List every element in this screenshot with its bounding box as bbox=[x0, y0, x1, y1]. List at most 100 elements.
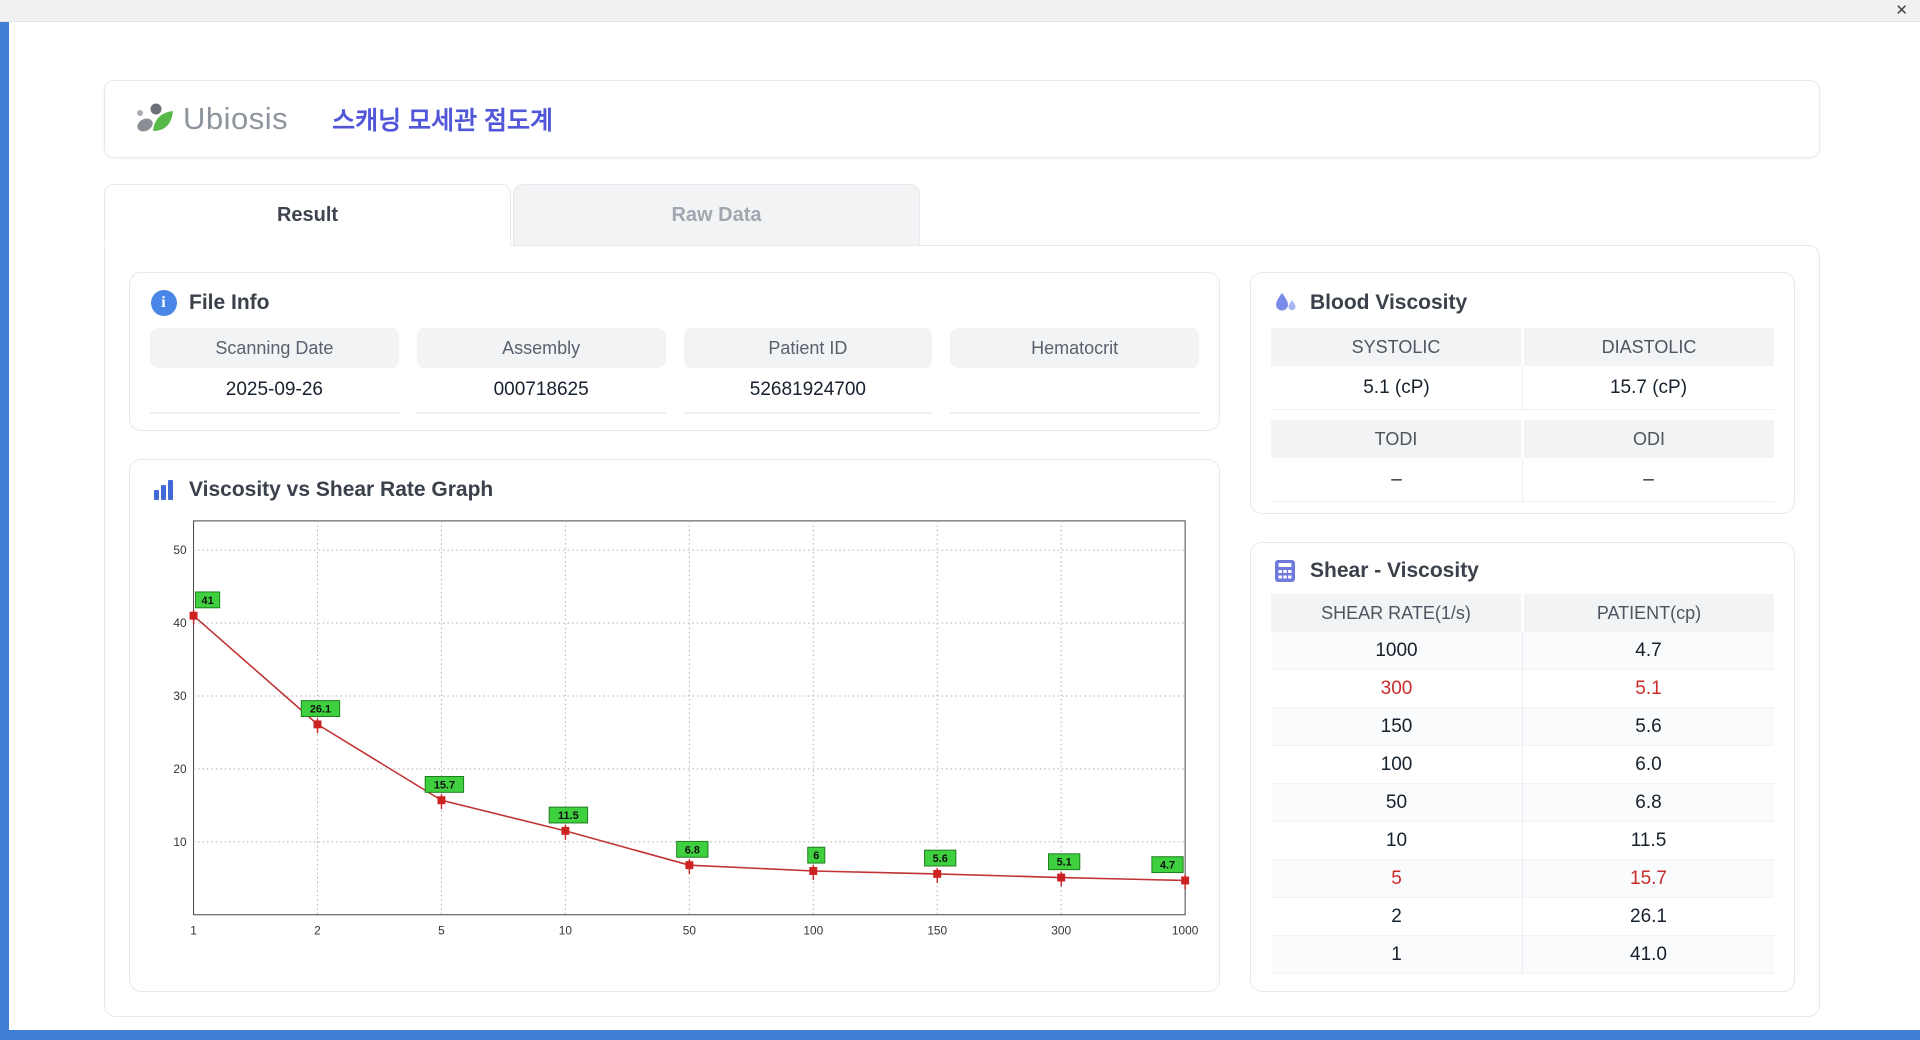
patient-viscosity-value: 6.8 bbox=[1523, 784, 1774, 821]
svg-text:1000: 1000 bbox=[1172, 924, 1199, 938]
tab-bar: Result Raw Data bbox=[104, 184, 1820, 246]
file-info-card: i File Info Scanning Date 2025-09-26 Ass… bbox=[129, 272, 1220, 431]
svg-text:10: 10 bbox=[559, 924, 573, 938]
svg-text:40: 40 bbox=[173, 616, 187, 630]
shear-row: 5 15.7 bbox=[1271, 860, 1774, 898]
patient-column-header: PATIENT(cp) bbox=[1524, 594, 1774, 632]
shear-row: 1 41.0 bbox=[1271, 936, 1774, 974]
svg-text:50: 50 bbox=[683, 924, 697, 938]
systolic-label: SYSTOLIC bbox=[1271, 328, 1521, 366]
field-patient-id: Patient ID 52681924700 bbox=[684, 328, 933, 414]
shear-row: 300 5.1 bbox=[1271, 670, 1774, 708]
shear-rate-value: 10 bbox=[1271, 822, 1523, 859]
left-column: i File Info Scanning Date 2025-09-26 Ass… bbox=[129, 272, 1220, 992]
blood-viscosity-title: Blood Viscosity bbox=[1310, 291, 1467, 315]
svg-text:11.5: 11.5 bbox=[558, 810, 579, 822]
field-scanning-date: Scanning Date 2025-09-26 bbox=[150, 328, 399, 414]
calculator-icon bbox=[1271, 557, 1298, 584]
window-bottom-border bbox=[0, 1030, 1920, 1040]
shear-rate-value: 2 bbox=[1271, 898, 1523, 935]
app-header: Ubiosis 스캐닝 모세관 점도계 bbox=[104, 80, 1820, 158]
graph-title: Viscosity vs Shear Rate Graph bbox=[189, 478, 493, 502]
svg-text:5: 5 bbox=[438, 924, 445, 938]
field-label: Scanning Date bbox=[150, 328, 399, 368]
right-column: Blood Viscosity SYSTOLIC DIASTOLIC 5.1 (… bbox=[1250, 272, 1795, 992]
svg-text:2: 2 bbox=[314, 924, 321, 938]
field-value: 52681924700 bbox=[684, 368, 933, 412]
svg-text:300: 300 bbox=[1051, 924, 1071, 938]
shear-viscosity-title: Shear - Viscosity bbox=[1310, 559, 1479, 583]
patient-viscosity-value: 5.6 bbox=[1523, 708, 1774, 745]
systolic-value: 5.1 (cP) bbox=[1271, 366, 1523, 410]
shear-row: 100 6.0 bbox=[1271, 746, 1774, 784]
shear-rate-value: 5 bbox=[1271, 860, 1523, 897]
file-info-fields: Scanning Date 2025-09-26 Assembly 000718… bbox=[150, 328, 1199, 414]
shear-rate-value: 300 bbox=[1271, 670, 1523, 707]
svg-text:30: 30 bbox=[173, 689, 187, 703]
viscosity-chart: 1020304050125105010015030010004126.115.7… bbox=[150, 511, 1199, 946]
svg-text:26.1: 26.1 bbox=[310, 704, 331, 716]
field-hematocrit: Hematocrit bbox=[950, 328, 1199, 414]
window-titlebar: ✕ bbox=[0, 0, 1920, 22]
patient-viscosity-value: 6.0 bbox=[1523, 746, 1774, 783]
shear-row: 1000 4.7 bbox=[1271, 632, 1774, 670]
svg-text:100: 100 bbox=[803, 924, 823, 938]
leaf-logo-icon bbox=[131, 97, 177, 141]
field-label: Assembly bbox=[417, 328, 666, 368]
svg-text:6.8: 6.8 bbox=[685, 844, 700, 856]
field-label: Patient ID bbox=[684, 328, 933, 368]
bar-chart-icon bbox=[150, 476, 177, 503]
patient-viscosity-value: 11.5 bbox=[1523, 822, 1774, 859]
svg-text:50: 50 bbox=[173, 543, 187, 557]
tab-raw-data[interactable]: Raw Data bbox=[513, 184, 920, 246]
odi-label: ODI bbox=[1524, 420, 1774, 458]
diastolic-label: DIASTOLIC bbox=[1524, 328, 1774, 366]
logo-text: Ubiosis bbox=[183, 101, 288, 137]
field-label: Hematocrit bbox=[950, 328, 1199, 368]
field-value bbox=[950, 368, 1199, 412]
patient-viscosity-value: 41.0 bbox=[1523, 936, 1774, 973]
field-assembly: Assembly 000718625 bbox=[417, 328, 666, 414]
shear-table-body: 1000 4.7 300 5.1 150 5.6 100 bbox=[1271, 632, 1774, 974]
svg-text:15.7: 15.7 bbox=[434, 779, 455, 791]
shear-row: 150 5.6 bbox=[1271, 708, 1774, 746]
shear-rate-value: 1 bbox=[1271, 936, 1523, 973]
field-value: 000718625 bbox=[417, 368, 666, 412]
shear-rate-value: 50 bbox=[1271, 784, 1523, 821]
shear-viscosity-table: SHEAR RATE(1/s) PATIENT(cp) 1000 4.7 300… bbox=[1271, 594, 1774, 974]
tab-result[interactable]: Result bbox=[104, 184, 511, 246]
patient-viscosity-value: 4.7 bbox=[1523, 632, 1774, 669]
app-root: Ubiosis 스캐닝 모세관 점도계 Result Raw Data i Fi… bbox=[9, 22, 1920, 1030]
graph-card: Viscosity vs Shear Rate Graph 10 20 30 40 50… bbox=[129, 459, 1220, 992]
svg-text:5.1: 5.1 bbox=[1057, 857, 1072, 869]
svg-text:150: 150 bbox=[927, 924, 947, 938]
shear-rate-value: 1000 bbox=[1271, 632, 1523, 669]
patient-viscosity-value: 15.7 bbox=[1523, 860, 1774, 897]
blood-drop-icon bbox=[1271, 289, 1298, 316]
svg-text:1: 1 bbox=[190, 924, 197, 938]
todi-label: TODI bbox=[1271, 420, 1521, 458]
window-left-border bbox=[0, 20, 9, 1040]
shear-rate-value: 150 bbox=[1271, 708, 1523, 745]
blood-viscosity-grid: SYSTOLIC DIASTOLIC 5.1 (cP) 15.7 (cP) TO… bbox=[1271, 328, 1774, 502]
todi-value: – bbox=[1271, 458, 1523, 502]
ubiosis-logo: Ubiosis bbox=[131, 97, 288, 141]
shear-row: 50 6.8 bbox=[1271, 784, 1774, 822]
shear-row: 2 26.1 bbox=[1271, 898, 1774, 936]
odi-value: – bbox=[1523, 458, 1774, 502]
field-value: 2025-09-26 bbox=[150, 368, 399, 412]
shear-viscosity-card: Shear - Viscosity SHEAR RATE(1/s) PATIEN… bbox=[1250, 542, 1795, 992]
patient-viscosity-value: 26.1 bbox=[1523, 898, 1774, 935]
content-panel: i File Info Scanning Date 2025-09-26 Ass… bbox=[104, 245, 1820, 1017]
shear-rate-column-header: SHEAR RATE(1/s) bbox=[1271, 594, 1521, 632]
shear-rate-value: 100 bbox=[1271, 746, 1523, 783]
file-info-title: File Info bbox=[189, 291, 270, 315]
info-icon: i bbox=[150, 289, 177, 316]
patient-viscosity-value: 5.1 bbox=[1523, 670, 1774, 707]
shear-row: 10 11.5 bbox=[1271, 822, 1774, 860]
svg-text:20: 20 bbox=[173, 762, 187, 776]
page-title: 스캐닝 모세관 점도계 bbox=[332, 101, 553, 137]
close-icon[interactable]: ✕ bbox=[1895, 2, 1908, 20]
diastolic-value: 15.7 (cP) bbox=[1523, 366, 1774, 410]
svg-text:6: 6 bbox=[813, 850, 819, 862]
